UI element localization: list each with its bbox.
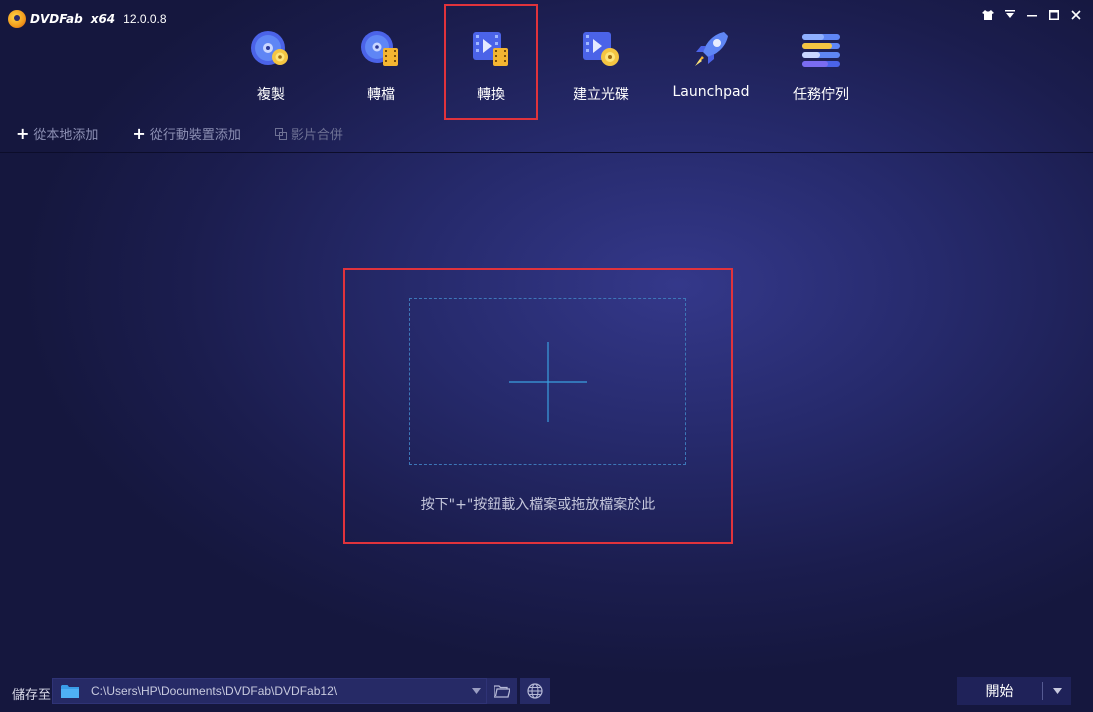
module-nav: 複製 轉檔 轉換 建立光碟 Launchpad 任務佇列 xyxy=(216,4,876,120)
output-path: C:\Users\HP\Documents\DVDFab\DVDFab12\ xyxy=(91,684,338,698)
nav-converter[interactable]: 轉換 xyxy=(444,4,538,120)
open-folder-icon xyxy=(494,684,510,698)
creator-icon xyxy=(583,32,619,66)
nav-creator[interactable]: 建立光碟 xyxy=(546,4,656,120)
path-dropdown-icon[interactable] xyxy=(466,678,486,704)
maximize-icon[interactable] xyxy=(1047,8,1061,22)
start-label: 開始 xyxy=(985,684,1014,700)
start-button[interactable]: 開始 xyxy=(957,677,1071,705)
nav-label: 轉檔 xyxy=(367,87,395,103)
output-path-select[interactable]: C:\Users\HP\Documents\DVDFab\DVDFab12\ xyxy=(52,678,487,704)
folder-icon xyxy=(61,685,79,698)
drop-hint-text: 按下"+"按鈕載入檔案或拖放檔案於此 xyxy=(420,497,656,513)
close-icon[interactable] xyxy=(1069,8,1083,22)
merge-button[interactable]: 影片合併 xyxy=(274,124,343,143)
merge-label: 影片合併 xyxy=(290,128,343,143)
nav-label: 複製 xyxy=(257,87,285,103)
save-to-label: 儲存至 xyxy=(12,688,52,703)
browse-folder-button[interactable] xyxy=(487,678,517,704)
add-local-button[interactable]: + 從本地添加 xyxy=(16,124,98,143)
toolbar-divider xyxy=(0,152,1093,153)
converter-icon xyxy=(473,32,508,66)
logo-arch: x64 xyxy=(90,12,116,26)
nav-label: 任務佇列 xyxy=(793,87,849,103)
globe-icon xyxy=(527,683,543,699)
rocket-icon xyxy=(695,32,728,66)
app-logo: DVDFab x64 12.0.0.8 xyxy=(8,10,167,28)
add-plus-icon xyxy=(508,341,587,422)
globe-button[interactable] xyxy=(520,678,550,704)
start-options-dropdown[interactable] xyxy=(1043,677,1071,705)
plus-icon: + xyxy=(16,123,30,143)
skin-icon[interactable] xyxy=(981,8,995,22)
ripper-icon xyxy=(361,31,398,66)
merge-icon xyxy=(274,127,287,140)
nav-launchpad[interactable]: Launchpad xyxy=(656,4,766,120)
menu-icon[interactable] xyxy=(1003,8,1017,22)
add-file-drop-zone[interactable] xyxy=(409,298,686,465)
add-mobile-button[interactable]: + 從行動裝置添加 xyxy=(132,124,240,143)
copy-disc-icon xyxy=(251,31,288,65)
nav-task-queue[interactable]: 任務佇列 xyxy=(766,4,876,120)
window-controls xyxy=(981,8,1083,22)
plus-icon: + xyxy=(132,123,146,143)
task-queue-icon xyxy=(802,34,840,67)
nav-label: Launchpad xyxy=(672,84,750,100)
minimize-icon[interactable] xyxy=(1025,8,1039,22)
app-version: 12.0.0.8 xyxy=(123,12,167,26)
nav-label: 轉換 xyxy=(477,87,505,103)
add-mobile-label: 從行動裝置添加 xyxy=(149,128,241,143)
chevron-down-icon xyxy=(1052,688,1062,694)
dvdfab-logo-icon xyxy=(8,10,26,28)
logo-text: DVDFab xyxy=(30,12,83,26)
nav-copy[interactable]: 複製 xyxy=(216,4,326,120)
add-local-label: 從本地添加 xyxy=(33,128,99,143)
nav-label: 建立光碟 xyxy=(573,87,629,103)
toolbar: + 從本地添加 + 從行動裝置添加 影片合併 xyxy=(16,124,343,143)
nav-ripper[interactable]: 轉檔 xyxy=(326,4,436,120)
